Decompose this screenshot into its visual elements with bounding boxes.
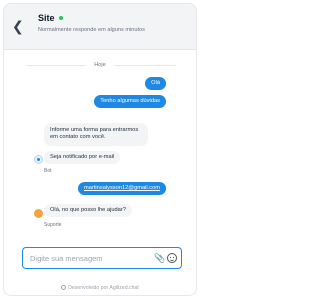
chat-subtitle: Normalmente responde em alguns minutos xyxy=(38,27,145,33)
brand-icon xyxy=(61,285,67,290)
powered-by-footer[interactable]: Desenvolvido por Agilized.chat xyxy=(4,285,196,291)
chat-header: ❮ Site Normalmente responde em alguns mi… xyxy=(4,4,196,50)
divider xyxy=(114,65,176,66)
paperclip-icon[interactable]: 📎 xyxy=(154,253,165,264)
message-input-placeholder: Digite sua mensagem xyxy=(30,254,103,263)
chat-widget: ❮ Site Normalmente responde em alguns mi… xyxy=(3,3,197,296)
message-input[interactable]: Digite sua mensagem 📎 xyxy=(22,247,182,269)
back-icon[interactable]: ❮ xyxy=(12,18,26,34)
bot-sender-label: Bot xyxy=(44,168,52,174)
smiley-icon[interactable] xyxy=(167,253,177,263)
bot-message-bubble: Informe uma forma para entrarmos em cont… xyxy=(44,123,148,146)
user-message-bubble: Olá xyxy=(145,77,166,91)
chat-title: Site xyxy=(38,13,55,23)
user-message-bubble: Tenho algumas dúvidas xyxy=(94,95,166,109)
support-sender-label: Suporte xyxy=(44,222,62,228)
footer-text: Desenvolvido por Agilized.chat xyxy=(68,285,139,291)
date-separator: Hoje xyxy=(4,62,196,70)
support-message-bubble: Olá, no que posso lhe ajudar? xyxy=(44,204,132,218)
email-message-bubble[interactable]: martinsalysson12@gmail.com xyxy=(78,182,166,196)
bot-message-bubble: Seja notificado por e-mail xyxy=(44,151,121,165)
online-status-dot xyxy=(59,16,63,20)
support-avatar xyxy=(34,209,43,218)
bot-avatar xyxy=(34,155,43,164)
